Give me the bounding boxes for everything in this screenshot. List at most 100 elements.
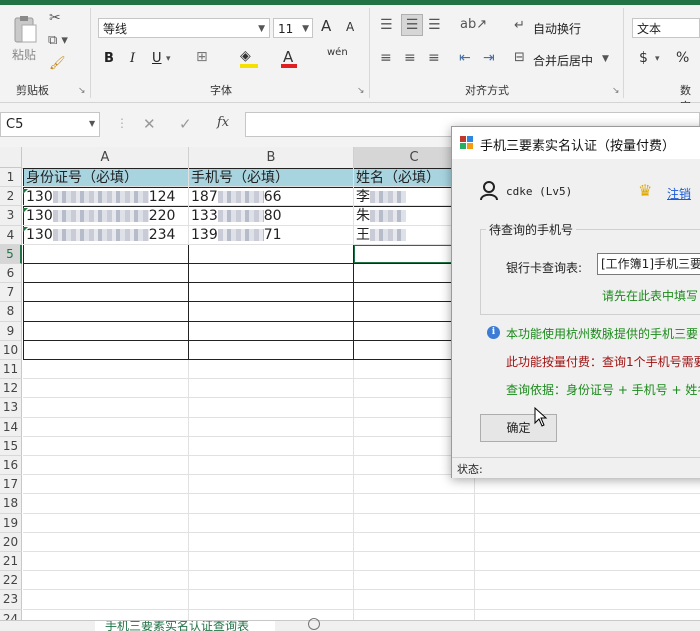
empty-cell[interactable] [23, 302, 189, 322]
user-icon [480, 181, 498, 204]
empty-cell[interactable] [188, 283, 354, 303]
grow-font-button[interactable]: A [321, 17, 331, 35]
fill-color-icon[interactable]: ◈ [240, 48, 251, 64]
font-size-combo[interactable]: 11 ▼ [273, 18, 313, 38]
align-left-icon[interactable]: ≡ [380, 50, 392, 66]
align-top-icon[interactable]: ☰ [380, 17, 393, 33]
name-box[interactable]: C5 ▼ [0, 112, 100, 137]
column-header[interactable]: A [22, 147, 189, 169]
enter-icon[interactable]: ✓ [179, 115, 192, 133]
row-header[interactable]: 10 [0, 340, 22, 360]
wrap-text-button[interactable]: 自动换行 [533, 20, 581, 37]
phone-cell[interactable]: 187 66 [188, 188, 354, 207]
phone-cell[interactable]: 133 80 [188, 207, 354, 226]
number-format-combo[interactable]: 文本 [632, 18, 700, 38]
font-name-combo[interactable]: 等线 ▼ [98, 18, 270, 38]
phonetic-button[interactable]: wén [327, 47, 348, 58]
row-header[interactable]: 13 [0, 398, 22, 418]
header-cell-phone[interactable]: 手机号（必填） [188, 168, 354, 188]
cancel-icon[interactable]: ✕ [143, 115, 156, 133]
row-header[interactable]: 14 [0, 417, 22, 437]
row-header[interactable]: 23 [0, 590, 22, 610]
row-header[interactable]: 12 [0, 379, 22, 399]
align-middle-icon[interactable]: ☰ [401, 14, 423, 36]
wrap-text-icon[interactable]: ↵ [514, 18, 525, 33]
redacted-block [52, 229, 149, 241]
dialog-launcher-icon[interactable]: ↘ [78, 86, 86, 96]
row-header[interactable]: 18 [0, 494, 22, 514]
logout-link[interactable]: 注销 [667, 185, 691, 202]
chevron-down-icon[interactable]: ▾ [655, 54, 660, 64]
add-sheet-icon[interactable] [308, 618, 320, 630]
empty-cell[interactable] [188, 302, 354, 322]
percent-button[interactable]: % [676, 50, 689, 66]
merge-center-icon[interactable]: ⊟ [514, 50, 525, 65]
id-cell[interactable]: 130 220 [23, 207, 189, 226]
row-header[interactable]: 7 [0, 283, 22, 303]
italic-button[interactable]: I [130, 51, 135, 66]
underline-button[interactable]: U [152, 51, 162, 66]
align-center-icon[interactable]: ≡ [404, 50, 416, 66]
empty-cell[interactable] [23, 321, 189, 341]
merge-center-button[interactable]: 合并后居中 [533, 52, 593, 69]
row-header[interactable]: 5 [0, 244, 22, 264]
format-painter-icon[interactable]: 🖌 [49, 56, 66, 71]
empty-cell[interactable] [188, 264, 354, 284]
status-label: 状态: [457, 463, 483, 476]
row-header[interactable]: 3 [0, 206, 22, 226]
row-header[interactable]: 4 [0, 225, 22, 245]
id-cell[interactable]: 130 124 [23, 188, 189, 207]
row-header[interactable]: 15 [0, 436, 22, 456]
empty-cell[interactable] [23, 283, 189, 303]
dialog-titlebar[interactable]: 手机三要素实名认证（按量付费） [452, 127, 700, 159]
empty-cell[interactable] [23, 340, 189, 360]
range-input[interactable]: [工作簿1]手机三要 [597, 253, 700, 275]
select-all-corner[interactable] [0, 147, 22, 168]
row-header[interactable]: 16 [0, 456, 22, 476]
chevron-down-icon[interactable]: ▾ [166, 54, 171, 64]
align-right-icon[interactable]: ≡ [428, 50, 440, 66]
bold-button[interactable]: B [104, 51, 114, 66]
phone-prefix: 187 [191, 189, 218, 205]
dialog-launcher-icon[interactable]: ↘ [357, 86, 365, 96]
empty-cell[interactable] [188, 244, 354, 264]
insert-function-icon[interactable]: fx [217, 115, 229, 130]
column-header[interactable]: B [189, 147, 354, 169]
empty-cell[interactable] [188, 321, 354, 341]
orientation-icon[interactable]: ab↗ [460, 17, 487, 32]
row-header[interactable]: 17 [0, 475, 22, 495]
row-header[interactable]: 19 [0, 513, 22, 533]
redacted-block [217, 191, 264, 203]
dialog-launcher-icon[interactable]: ↘ [612, 86, 620, 96]
row-header[interactable]: 11 [0, 360, 22, 380]
cut-icon[interactable]: ✂ [49, 10, 61, 26]
dialog-body: cdke (Lv5) ♛ 注销 待查询的手机号 银行卡查询表: [工作簿1]手机… [452, 159, 700, 457]
row-header[interactable]: 20 [0, 532, 22, 552]
row-header[interactable]: 8 [0, 302, 22, 322]
align-bottom-icon[interactable]: ☰ [428, 17, 441, 33]
decrease-indent-icon[interactable]: ⇤ [459, 50, 471, 66]
paste-label[interactable]: 粘贴 [12, 46, 36, 63]
empty-cell[interactable] [23, 264, 189, 284]
copy-icon[interactable]: ⧉ ▾ [48, 33, 68, 48]
row-header[interactable]: 22 [0, 571, 22, 591]
shrink-font-button[interactable]: A [346, 20, 354, 34]
id-cell[interactable]: 130 234 [23, 226, 189, 245]
empty-cell[interactable] [23, 244, 189, 264]
redacted-block [217, 210, 264, 222]
row-header[interactable]: 2 [0, 187, 22, 207]
currency-button[interactable]: $ [639, 50, 648, 66]
row-header[interactable]: 21 [0, 552, 22, 572]
title-accent-bar [0, 0, 700, 5]
chevron-down-icon[interactable]: ▼ [602, 54, 609, 64]
row-header[interactable]: 9 [0, 321, 22, 341]
border-icon[interactable]: ⊞ [196, 49, 208, 65]
row-header[interactable]: 6 [0, 264, 22, 284]
empty-cell[interactable] [188, 340, 354, 360]
paste-icon[interactable] [8, 12, 42, 48]
phone-suffix: 66 [263, 189, 282, 205]
phone-cell[interactable]: 139 71 [188, 226, 354, 245]
increase-indent-icon[interactable]: ⇥ [483, 50, 495, 66]
row-header[interactable]: 1 [0, 168, 22, 188]
header-cell-id[interactable]: 身份证号（必填） [23, 168, 189, 188]
